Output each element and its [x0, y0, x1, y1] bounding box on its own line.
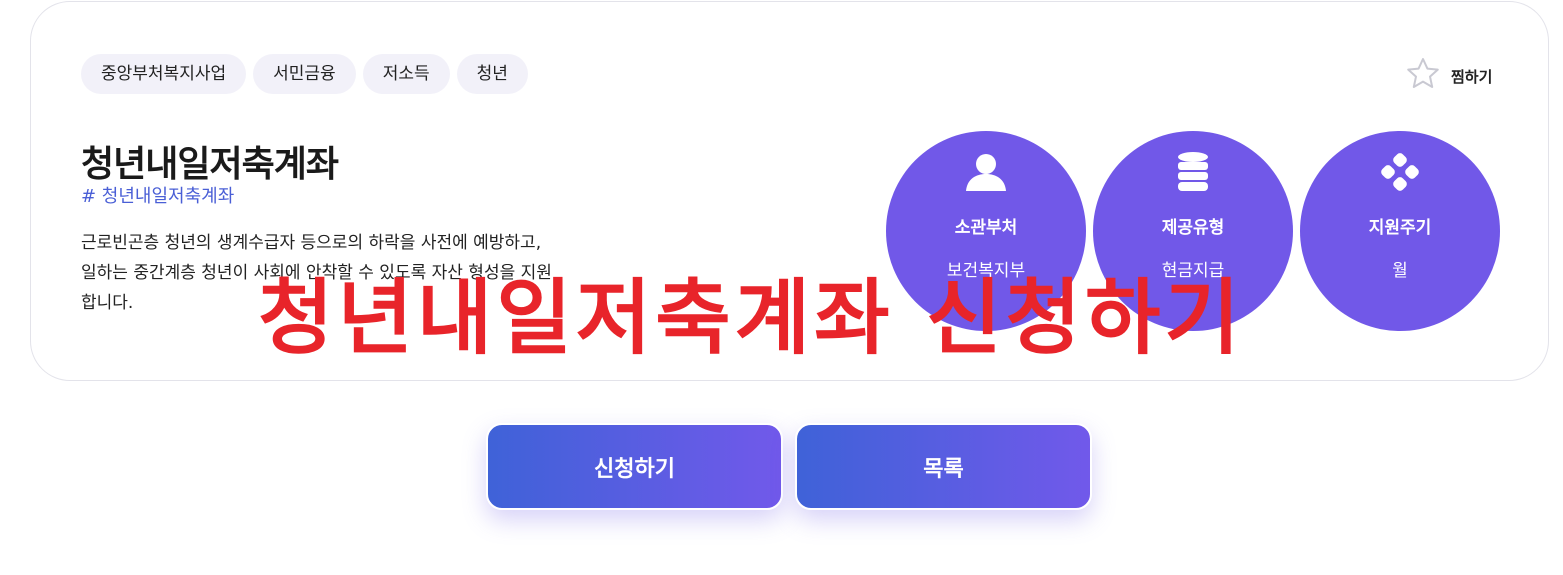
info-label: 소관부처 — [954, 218, 1018, 238]
favorite-button[interactable]: 찜하기 — [1405, 56, 1492, 96]
star-outline-icon — [1405, 56, 1441, 96]
tag[interactable]: 저소득 — [362, 54, 450, 94]
apply-button[interactable]: 신청하기 — [486, 423, 783, 510]
page-title: 청년내일저축계좌 — [81, 144, 339, 185]
action-buttons: 신청하기 목록 — [486, 423, 1092, 510]
info-label: 지원주기 — [1368, 218, 1432, 238]
tag[interactable]: 서민금융 — [253, 54, 356, 94]
cycle-dots-icon — [1377, 149, 1423, 199]
tag[interactable]: 중앙부처복지사업 — [81, 54, 247, 94]
info-value: 월 — [1392, 261, 1408, 281]
person-icon — [963, 149, 1009, 199]
list-button[interactable]: 목록 — [795, 423, 1092, 510]
coin-stack-icon — [1170, 149, 1216, 199]
tag[interactable]: 청년 — [456, 54, 528, 94]
favorite-label: 찜하기 — [1451, 67, 1493, 86]
tag-list: 중앙부처복지사업 서민금융 저소득 청년 — [81, 54, 528, 94]
info-support-cycle: 지원주기 월 — [1300, 131, 1500, 331]
info-label: 제공유형 — [1161, 218, 1225, 238]
hashtag[interactable]: # 청년내일저축계좌 — [81, 182, 234, 208]
overlay-caption: 청년내일저축계좌 신청하기 — [258, 271, 1244, 366]
